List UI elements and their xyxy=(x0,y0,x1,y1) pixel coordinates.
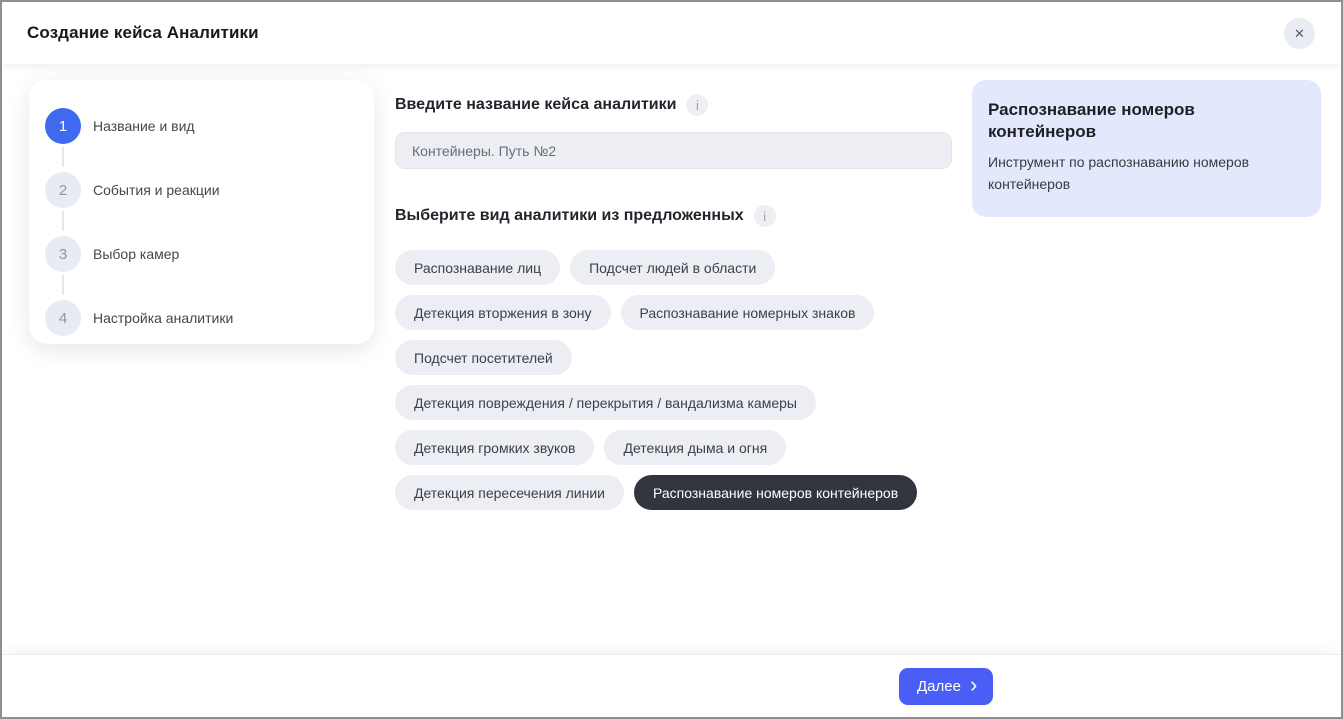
analytics-type-chip[interactable]: Подсчет посетителей xyxy=(395,340,572,375)
stepper-list: 1 Название и вид 2 События и реакции 3 В… xyxy=(45,94,358,350)
analytics-type-heading: Выберите вид аналитики из предложенных xyxy=(395,207,744,225)
stepper-step[interactable]: 1 Название и вид xyxy=(45,94,358,158)
info-icon[interactable]: i xyxy=(754,205,776,227)
analytics-type-chip[interactable]: Распознавание номеров контейнеров xyxy=(634,475,917,510)
analytics-type-chip-list: Распознавание лиц Подсчет людей в области… xyxy=(395,250,960,510)
stepper-step[interactable]: 3 Выбор камер xyxy=(45,222,358,286)
details-title: Распознавание номеров контейнеров xyxy=(988,99,1303,143)
analytics-type-chip[interactable]: Детекция повреждения / перекрытия / ванд… xyxy=(395,385,816,420)
selected-analytics-details-panel: Распознавание номеров контейнеров Инстру… xyxy=(972,80,1321,217)
close-button[interactable]: ✕ xyxy=(1284,18,1315,49)
case-name-input[interactable] xyxy=(395,132,952,169)
step-number-badge: 4 xyxy=(45,300,81,336)
stepper-step[interactable]: 2 События и реакции xyxy=(45,158,358,222)
step-number-badge: 3 xyxy=(45,236,81,272)
step-label: Выбор камер xyxy=(93,246,179,262)
close-icon: ✕ xyxy=(1294,26,1305,42)
page-title: Создание кейса Аналитики xyxy=(27,23,259,43)
stepper-card: 1 Название и вид 2 События и реакции 3 В… xyxy=(29,80,374,344)
chevron-right-icon: › xyxy=(970,674,977,696)
next-button[interactable]: Далее › xyxy=(899,668,993,705)
case-name-heading: Введите название кейса аналитики xyxy=(395,96,676,114)
analytics-type-heading-row: Выберите вид аналитики из предложенных i xyxy=(395,205,952,227)
step-label: Настройка аналитики xyxy=(93,310,233,326)
analytics-type-chip[interactable]: Детекция дыма и огня xyxy=(604,430,786,465)
case-name-heading-row: Введите название кейса аналитики i xyxy=(395,94,952,116)
analytics-type-chip[interactable]: Распознавание номерных знаков xyxy=(621,295,875,330)
analytics-type-chip[interactable]: Детекция пересечения линии xyxy=(395,475,624,510)
step-label: Название и вид xyxy=(93,118,195,134)
analytics-type-chip[interactable]: Детекция громких звуков xyxy=(395,430,594,465)
next-button-label: Далее xyxy=(917,678,961,695)
step-number-badge: 1 xyxy=(45,108,81,144)
step-label: События и реакции xyxy=(93,182,220,198)
stepper-step[interactable]: 4 Настройка аналитики xyxy=(45,286,358,350)
step-number-badge: 2 xyxy=(45,172,81,208)
details-description: Инструмент по распознаванию номеров конт… xyxy=(988,152,1303,195)
modal-footer: Далее › xyxy=(2,654,1341,717)
analytics-type-chip[interactable]: Распознавание лиц xyxy=(395,250,560,285)
analytics-type-chip[interactable]: Детекция вторжения в зону xyxy=(395,295,611,330)
main-content: Введите название кейса аналитики i Выбер… xyxy=(395,94,952,510)
analytics-type-chip[interactable]: Подсчет людей в области xyxy=(570,250,775,285)
modal-header: Создание кейса Аналитики ✕ xyxy=(2,2,1341,64)
info-icon[interactable]: i xyxy=(686,94,708,116)
create-analytics-case-modal: Создание кейса Аналитики ✕ 1 Название и … xyxy=(0,0,1343,719)
